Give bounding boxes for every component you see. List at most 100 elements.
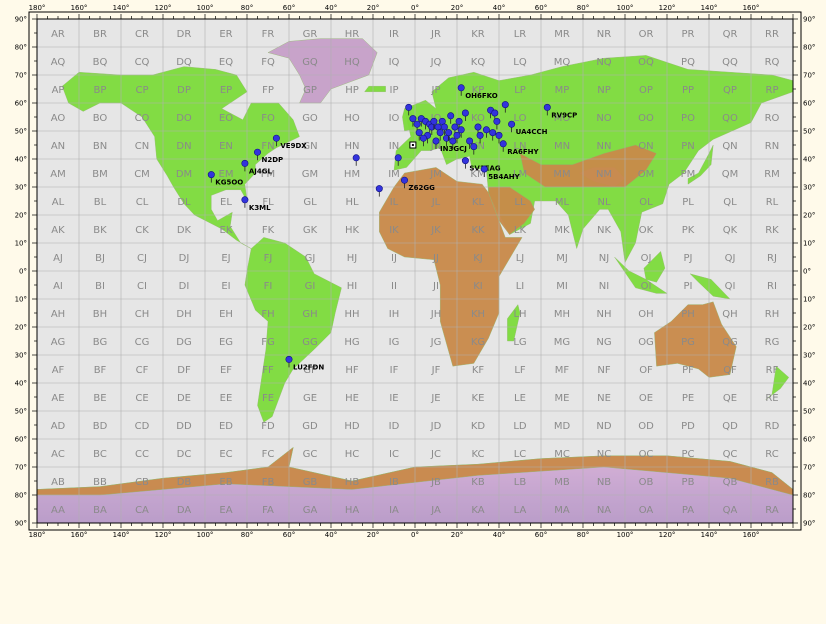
grid-square-label: DL	[177, 197, 191, 208]
x-tick-label-bottom: 40°	[493, 531, 505, 539]
grid-square-label: MM	[553, 169, 570, 180]
grid-square-label: QN	[722, 141, 737, 152]
grid-square-label: IN	[389, 141, 399, 152]
grid-square-label: GH	[302, 309, 317, 320]
pin-head	[476, 131, 484, 139]
grid-square-label: HB	[345, 477, 360, 488]
grid-square-label: JL	[431, 197, 441, 208]
grid-square-label: RP	[766, 85, 779, 96]
x-tick-label-bottom: 100°	[197, 531, 214, 539]
grid-square-label: GC	[303, 449, 318, 460]
grid-square-label: RR	[765, 29, 779, 40]
grid-square-label: BA	[93, 505, 107, 516]
grid-square-label: CA	[135, 505, 149, 516]
station-callsign: KG5OO	[215, 179, 243, 187]
pin-head	[495, 131, 503, 139]
grid-square-label: KB	[471, 477, 485, 488]
grid-square-label: DM	[176, 169, 192, 180]
grid-square-label: RC	[765, 449, 778, 460]
grid-square-label: PJ	[684, 253, 693, 264]
grid-square-label: QF	[723, 365, 737, 376]
grid-square-label: EQ	[219, 57, 233, 68]
y-tick-label-right: 30°	[803, 352, 815, 360]
grid-square-label: DB	[177, 477, 192, 488]
grid-square-label: GD	[302, 421, 318, 432]
pin-head	[474, 123, 482, 131]
grid-square-label: KJ	[473, 253, 483, 264]
grid-square-label: CQ	[135, 57, 150, 68]
grid-square-label: RK	[765, 225, 779, 236]
grid-square-label: NI	[599, 281, 609, 292]
station-callsign: LU2FDN	[293, 363, 324, 371]
station-callsign: N2DP	[262, 156, 284, 164]
y-tick-label-left: 40°	[15, 380, 27, 388]
pin-head	[480, 165, 488, 173]
pin-head	[466, 137, 474, 145]
grid-square-label: CI	[137, 281, 147, 292]
x-tick-label-top: 40°	[493, 4, 505, 12]
grid-square-label: AQ	[51, 57, 66, 68]
grid-square-label: BH	[93, 309, 107, 320]
grid-square-label: JP	[431, 85, 441, 96]
grid-square-label: LR	[514, 29, 527, 40]
grid-square-label: BB	[93, 477, 107, 488]
y-tick-label-left: 80°	[15, 44, 27, 52]
grid-square-label: HQ	[344, 57, 360, 68]
grid-square-label: ON	[638, 141, 653, 152]
grid-square-label: NQ	[596, 57, 611, 68]
grid-square-label: QL	[723, 197, 737, 208]
grid-square-label: JR	[430, 29, 441, 40]
grid-square-label: CJ	[137, 253, 147, 264]
grid-square-label: AK	[51, 225, 65, 236]
y-tick-label-left: 40°	[15, 156, 27, 164]
y-tick-label-left: 70°	[15, 464, 27, 472]
x-tick-label-top: 180°	[29, 4, 46, 12]
grid-square-label: NM	[596, 169, 612, 180]
grid-square-label: HK	[345, 225, 360, 236]
grid-square-label: HR	[345, 29, 360, 40]
grid-square-label: GB	[303, 477, 318, 488]
grid-square-label: LG	[513, 337, 526, 348]
grid-square-label: IB	[389, 477, 399, 488]
grid-square-label: QO	[722, 113, 738, 124]
x-tick-label-top: 80°	[241, 4, 253, 12]
grid-square-label: HJ	[347, 253, 357, 264]
x-tick-label-bottom: 20°	[451, 531, 463, 539]
pin-head	[453, 131, 461, 139]
grid-square-label: IG	[389, 337, 400, 348]
grid-square-label: CO	[135, 113, 150, 124]
grid-square-label: CL	[136, 197, 149, 208]
grid-square-label: KH	[471, 309, 485, 320]
pin-head	[241, 196, 249, 204]
grid-square-label: JB	[430, 477, 441, 488]
grid-square-label: MG	[554, 337, 570, 348]
station-callsign: RA6FHY	[507, 148, 539, 156]
grid-square-label: BC	[93, 449, 107, 460]
grid-square-label: HN	[345, 141, 360, 152]
grid-square-label: PH	[681, 309, 695, 320]
grid-square-label: CB	[135, 477, 149, 488]
grid-square-label: OR	[639, 29, 654, 40]
grid-square-label: LJ	[516, 253, 525, 264]
grid-square-label: JC	[430, 449, 441, 460]
grid-square-label: JD	[430, 421, 442, 432]
grid-square-label: RD	[765, 421, 780, 432]
grid-square-label: EE	[220, 393, 233, 404]
grid-square-label: EP	[220, 85, 232, 96]
grid-square-label: KF	[472, 365, 485, 376]
grid-square-label: JA	[430, 505, 441, 516]
grid-square-label: FO	[261, 113, 275, 124]
grid-square-label: PG	[681, 337, 695, 348]
pin-head	[457, 126, 465, 134]
grid-square-label: MQ	[554, 57, 571, 68]
grid-square-label: FN	[261, 141, 274, 152]
grid-square-label: OM	[638, 169, 655, 180]
grid-square-label: PO	[681, 113, 695, 124]
y-tick-label-left: 20°	[15, 212, 27, 220]
pin-head	[489, 129, 497, 137]
grid-square-label: NC	[597, 449, 611, 460]
grid-square-label: PD	[681, 421, 695, 432]
grid-square-label: MD	[554, 421, 571, 432]
grid-square-label: QH	[722, 309, 737, 320]
grid-square-label: HF	[345, 365, 359, 376]
